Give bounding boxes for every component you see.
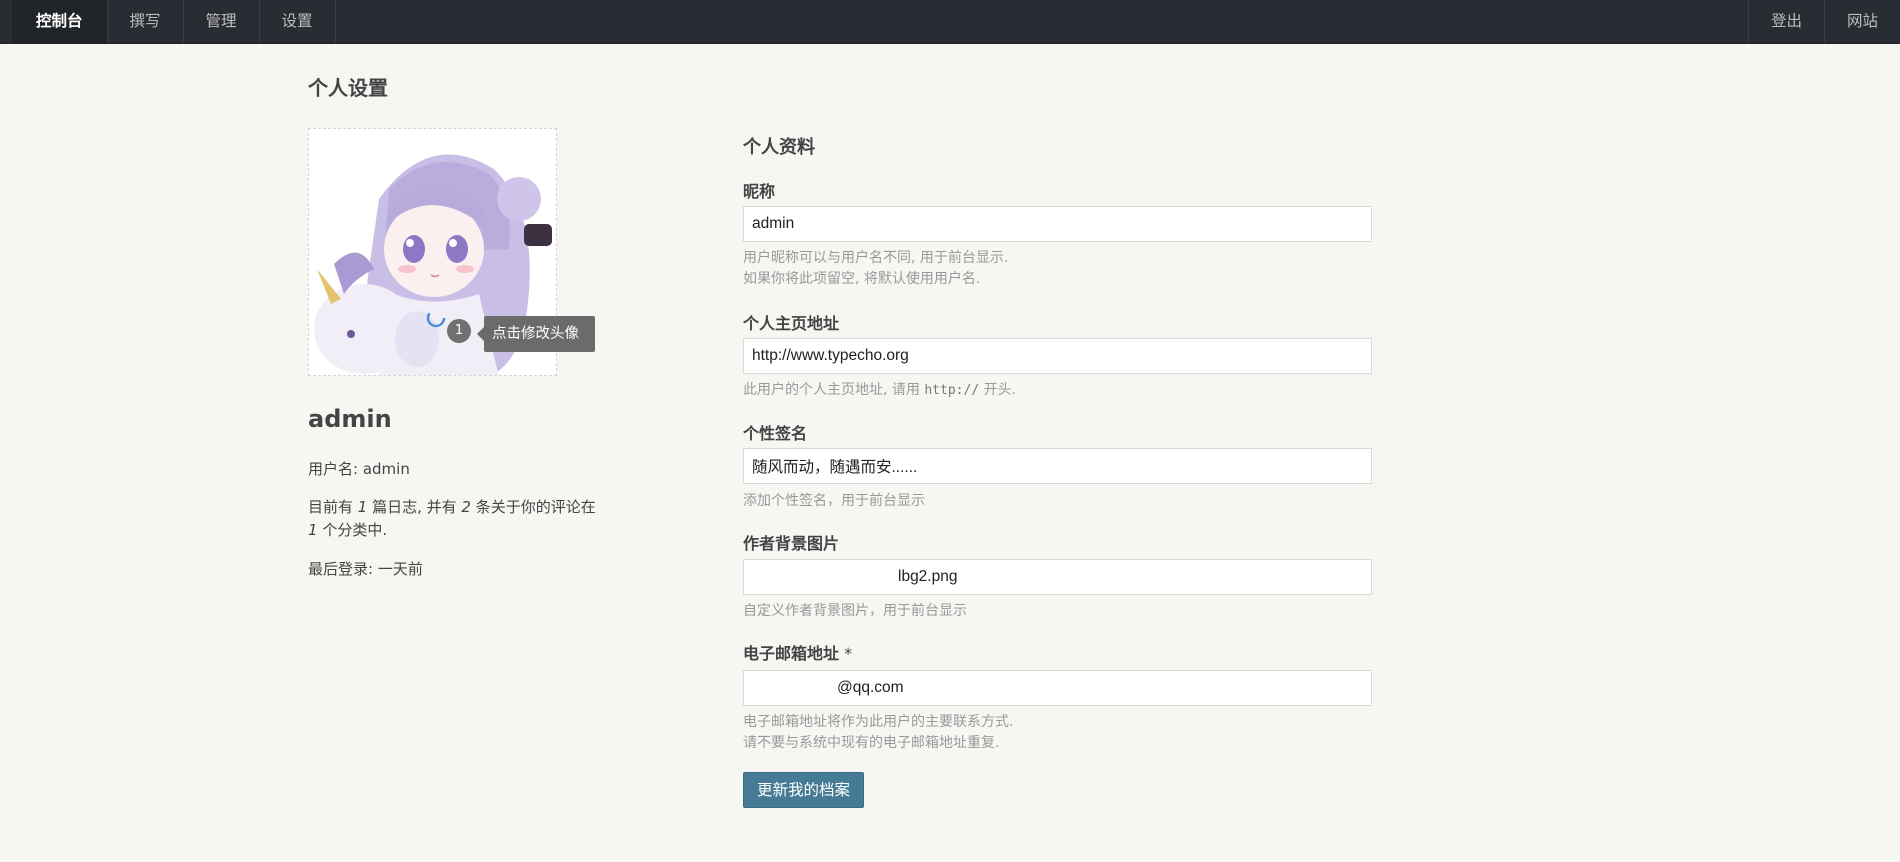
nav-logout[interactable]: 登出 [1747, 0, 1824, 43]
homepage-desc-text: 开头. [979, 382, 1017, 398]
email-desc: 电子邮箱地址将作为此用户的主要联系方式. 请不要与系统中现有的电子邮箱地址重复. [743, 712, 1013, 754]
profile-stats: 目前有 1 篇日志, 并有 2 条关于你的评论在 1 个分类中. [308, 496, 618, 542]
nav-dashboard[interactable]: 控制台 [12, 0, 108, 43]
profile-last-login: 最后登录: 一天前 [308, 560, 423, 578]
nav-left-group: 控制台 撰写 管理 设置 [12, 0, 336, 43]
page-title: 个人设置 [308, 76, 388, 100]
homepage-desc-code: http:// [924, 383, 980, 398]
nav-settings[interactable]: 设置 [260, 0, 336, 43]
avatar-tooltip: 点击修改头像 [477, 316, 595, 352]
nickname-desc-line2: 如果你将此项留空, 将默认使用用户名. [743, 271, 981, 287]
nickname-label: 昵称 [743, 182, 776, 201]
stats-text: 篇日志, 并有 [367, 498, 462, 516]
background-desc: 自定义作者背景图片，用于前台显示 [743, 603, 967, 619]
homepage-desc: 此用户的个人主页地址, 请用 http:// 开头. [743, 380, 1016, 401]
nav-right-group: 登出 网站 [1747, 0, 1900, 43]
stats-text: 目前有 [308, 498, 358, 516]
required-mark: * [839, 644, 853, 663]
email-desc-line2: 请不要与系统中现有的电子邮箱地址重复. [743, 735, 1000, 751]
background-label: 作者背景图片 [743, 534, 840, 553]
homepage-input[interactable] [743, 338, 1372, 374]
nav-website[interactable]: 网站 [1823, 0, 1900, 43]
avatar-upload-count-badge: 1 [447, 319, 471, 343]
username-value: admin [362, 460, 410, 478]
email-desc-line1: 电子邮箱地址将作为此用户的主要联系方式. [743, 714, 1014, 730]
email-label: 电子邮箱地址 * [743, 640, 852, 664]
loading-spinner-icon [426, 308, 446, 328]
profile-display-name: admin [308, 405, 392, 433]
section-title-profile: 个人资料 [743, 137, 815, 158]
background-image-input[interactable] [743, 559, 1372, 595]
nickname-input[interactable] [743, 206, 1372, 242]
comment-count: 2 [461, 498, 471, 516]
nav-write[interactable]: 撰写 [108, 0, 184, 43]
nickname-desc-line1: 用户昵称可以与用户名不同, 用于前台显示. [743, 250, 1009, 266]
nickname-desc: 用户昵称可以与用户名不同, 用于前台显示. 如果你将此项留空, 将默认使用用户名… [743, 248, 1008, 290]
username-label: 用户名: [308, 460, 363, 478]
update-profile-button[interactable]: 更新我的档案 [743, 772, 865, 808]
signature-desc: 添加个性签名，用于前台显示 [743, 493, 925, 509]
homepage-desc-text: 此用户的个人主页地址, 请用 [743, 382, 925, 398]
email-input[interactable] [743, 670, 1372, 706]
stats-text: 条关于你的评论在 [470, 498, 596, 516]
nav-manage[interactable]: 管理 [184, 0, 260, 43]
signature-label: 个性签名 [743, 424, 808, 443]
homepage-label: 个人主页地址 [743, 314, 840, 333]
post-count: 1 [357, 498, 368, 516]
stats-text: 个分类中. [317, 521, 388, 539]
top-navbar: 控制台 撰写 管理 设置 登出 网站 [0, 0, 1900, 44]
profile-username: 用户名: admin [308, 458, 618, 481]
signature-input[interactable] [743, 448, 1372, 484]
email-label-text: 电子邮箱地址 [743, 644, 840, 663]
category-count: 1 [308, 521, 318, 539]
